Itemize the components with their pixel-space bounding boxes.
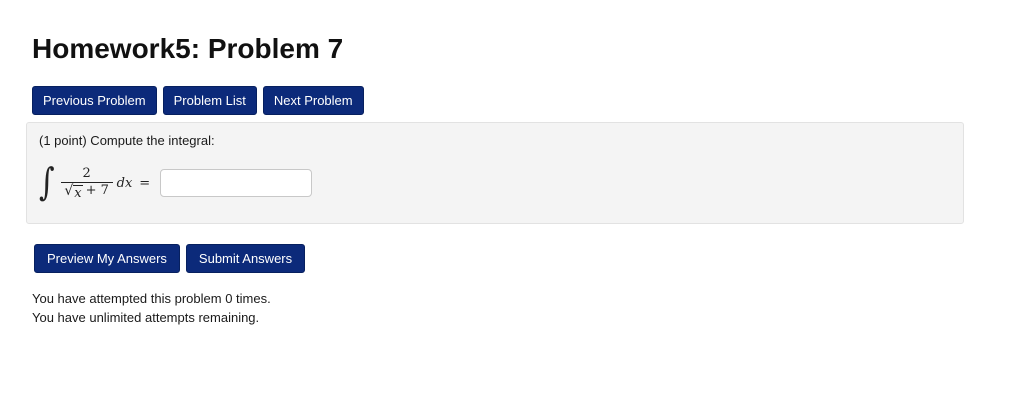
denominator-constant: + 7 (85, 182, 109, 198)
answer-input[interactable] (160, 169, 313, 197)
square-root-icon: √ (64, 182, 74, 199)
preview-answers-button[interactable]: Preview My Answers (34, 244, 180, 273)
integral-expression: ∫ 2 √ x + 7 dx = (39, 160, 313, 205)
radicand: x (73, 184, 83, 201)
integrand-fraction: 2 √ x + 7 (60, 165, 113, 201)
differential: dx (116, 175, 133, 191)
problem-prompt: (1 point) Compute the integral: (39, 133, 215, 148)
submit-answers-button[interactable]: Submit Answers (185, 244, 306, 273)
integral-sign: ∫ (39, 160, 55, 205)
problem-list-button[interactable]: Problem List (162, 86, 257, 115)
fraction-denominator: √ x + 7 (62, 183, 111, 201)
attempts-info: You have attempted this problem 0 times.… (32, 289, 271, 327)
problem-navigation: Previous Problem Problem List Next Probl… (32, 86, 364, 115)
page-title: Homework5: Problem 7 (32, 33, 344, 64)
attempts-remaining-text: You have unlimited attempts remaining. (32, 310, 260, 325)
next-problem-button[interactable]: Next Problem (262, 86, 364, 115)
problem-body: (1 point) Compute the integral: ∫ 2 √ x … (26, 122, 964, 224)
previous-problem-button[interactable]: Previous Problem (32, 86, 157, 115)
attempts-count-text: You have attempted this problem 0 times. (32, 291, 271, 306)
answer-actions: Preview My Answers Submit Answers (34, 244, 306, 273)
fraction-numerator: 2 (82, 165, 91, 181)
equals-sign: = (139, 175, 151, 191)
